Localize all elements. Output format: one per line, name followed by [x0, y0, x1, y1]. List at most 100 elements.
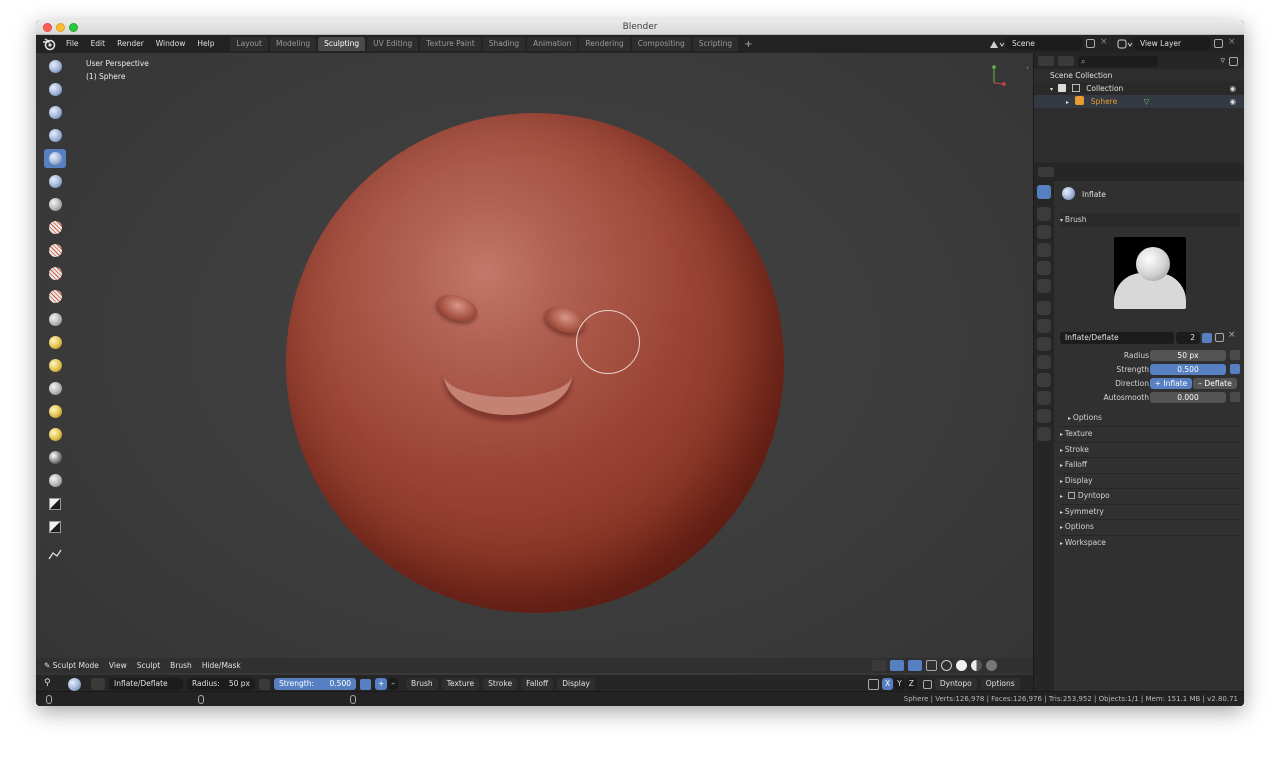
brush-options-subpanel[interactable]: ▸ Options — [1068, 411, 1244, 425]
outliner-scene-collection[interactable]: Scene Collection — [1034, 69, 1244, 82]
view-layer-selector[interactable]: View Layer — [1134, 37, 1210, 50]
outliner-sphere[interactable]: ▸ Sphere ▽ ◉ — [1034, 95, 1244, 108]
rotate-brush-tool[interactable] — [44, 425, 66, 444]
add-workspace-button[interactable]: + — [740, 39, 756, 50]
tab-sculpting[interactable]: Sculpting — [318, 37, 366, 51]
visibility-icon[interactable] — [872, 660, 886, 671]
tab-texture-paint[interactable]: Texture Paint — [420, 37, 481, 51]
modifier-properties-tab[interactable] — [1037, 319, 1051, 333]
direction-add-button[interactable]: + — [375, 678, 388, 690]
symmetry-z-button[interactable]: Z — [905, 678, 917, 690]
stroke-panel-header[interactable]: ▸ Stroke — [1060, 442, 1240, 456]
dyntopo-checkbox[interactable] — [922, 679, 932, 689]
collection-expand-icon[interactable]: ▾ — [1050, 86, 1053, 93]
rendered-shading-icon[interactable] — [986, 660, 997, 671]
maximize-window-button[interactable] — [69, 23, 78, 32]
dyntopo-panel-header[interactable]: ▸ Dyntopo — [1060, 488, 1240, 502]
strength-pressure-icon[interactable] — [360, 678, 371, 690]
tab-uv-editing[interactable]: UV Editing — [367, 37, 419, 51]
layer-brush-tool[interactable] — [44, 126, 66, 145]
strength-prop-pressure-icon[interactable] — [1230, 364, 1240, 374]
menu-brush[interactable]: Brush — [165, 661, 197, 670]
output-properties-tab[interactable] — [1037, 225, 1051, 239]
grab-brush-tool[interactable] — [44, 333, 66, 352]
tab-animation[interactable]: Animation — [527, 37, 578, 51]
radius-field[interactable]: Radius: 50 px — [187, 678, 255, 690]
sculpt-mode-selector[interactable]: ✎ Sculpt Mode — [36, 661, 104, 670]
menu-render[interactable]: Render — [111, 35, 150, 53]
brush-preview-icon[interactable] — [68, 677, 81, 691]
menu-file[interactable]: File — [60, 35, 85, 53]
brush-panel-header[interactable]: ▾ Brush — [1060, 213, 1240, 227]
options-panel-header[interactable]: ▸ Options — [1060, 519, 1240, 533]
display-panel-header[interactable]: ▸ Display — [1060, 473, 1240, 487]
menu-window[interactable]: Window — [150, 35, 192, 53]
radius-prop-field[interactable]: 50 px — [1150, 350, 1226, 361]
stroke-dropdown[interactable]: Stroke — [483, 678, 518, 690]
scene-properties-tab[interactable] — [1037, 261, 1051, 275]
snake-hook-brush-tool[interactable] — [44, 356, 66, 375]
properties-editor-type-icon[interactable] — [1038, 167, 1054, 177]
tab-compositing[interactable]: Compositing — [631, 37, 691, 51]
tool-properties-tab[interactable] — [1037, 185, 1051, 199]
object-properties-tab[interactable] — [1037, 301, 1051, 315]
sphere-expand-icon[interactable]: ▸ — [1066, 99, 1069, 106]
copy-view-layer-icon[interactable] — [1214, 39, 1223, 48]
simplify-brush-tool[interactable] — [44, 448, 66, 467]
xray-toggle-icon[interactable] — [926, 660, 937, 671]
3d-viewport[interactable]: User Perspective (1) Sphere ‹ ✎ Sculpt M… — [36, 53, 1033, 691]
tab-rendering[interactable]: Rendering — [579, 37, 630, 51]
tab-shading[interactable]: Shading — [482, 37, 526, 51]
tab-layout[interactable]: Layout — [230, 37, 268, 51]
view-layer-icon[interactable] — [1116, 38, 1134, 50]
flatten-brush-tool[interactable] — [44, 241, 66, 260]
symmetry-x-button[interactable]: X — [882, 678, 894, 690]
radius-pressure-icon[interactable] — [259, 678, 270, 690]
direction-subtract-button[interactable]: – — [388, 678, 399, 690]
menu-hide-mask[interactable]: Hide/Mask — [197, 661, 246, 670]
display-mode-icon[interactable] — [1058, 56, 1074, 66]
brush-name-field[interactable]: Inflate/Deflate — [109, 678, 183, 690]
world-properties-tab[interactable] — [1037, 279, 1051, 293]
texture-properties-tab[interactable] — [1037, 427, 1051, 441]
wireframe-shading-icon[interactable] — [941, 660, 952, 671]
brush-users-count[interactable]: 2 — [1176, 332, 1200, 344]
close-view-layer-icon[interactable]: × — [1228, 37, 1236, 47]
texture-dropdown[interactable]: Texture — [441, 678, 480, 690]
draw-brush-tool[interactable] — [44, 57, 66, 76]
sculpted-sphere[interactable] — [286, 113, 784, 613]
new-collection-icon[interactable] — [1229, 56, 1238, 66]
brush-dropdown[interactable]: Brush — [406, 678, 438, 690]
symmetry-y-button[interactable]: Y — [894, 678, 905, 690]
minimize-window-button[interactable] — [56, 23, 65, 32]
inflate-brush-tool[interactable] — [44, 149, 66, 168]
display-dropdown[interactable]: Display — [557, 678, 595, 690]
brush-preview[interactable] — [1114, 237, 1186, 309]
nudge-brush-tool[interactable] — [44, 402, 66, 421]
tab-modeling[interactable]: Modeling — [269, 37, 317, 51]
copy-scene-icon[interactable] — [1086, 39, 1095, 48]
menu-help[interactable]: Help — [191, 35, 220, 53]
scene-icon[interactable] — [988, 38, 1006, 50]
falloff-dropdown[interactable]: Falloff — [521, 678, 554, 690]
strength-prop-field[interactable]: 0.500 — [1150, 364, 1226, 375]
overlay-toggle-icon[interactable] — [908, 660, 922, 671]
unlink-brush-icon[interactable]: × — [1228, 330, 1236, 340]
blender-logo-icon[interactable] — [42, 37, 56, 51]
particles-properties-tab[interactable] — [1037, 337, 1051, 351]
scene-selector[interactable]: Scene — [1006, 37, 1082, 50]
collection-checkbox[interactable] — [1058, 84, 1067, 92]
filter-icon[interactable]: ▿ — [1220, 56, 1225, 66]
render-properties-tab[interactable] — [1037, 207, 1051, 221]
falloff-panel-header[interactable]: ▸ Falloff — [1060, 457, 1240, 471]
duplicate-brush-icon[interactable] — [1215, 333, 1224, 342]
dyntopo-panel-checkbox[interactable] — [1067, 492, 1075, 499]
dyntopo-dropdown[interactable]: Dyntopo — [934, 678, 977, 690]
fake-user-icon[interactable] — [1202, 333, 1212, 343]
navigation-gizmo-icon[interactable] — [988, 63, 1014, 89]
strength-field[interactable]: Strength: 0.500 — [274, 678, 356, 690]
outliner-editor-type-icon[interactable] — [1038, 56, 1054, 66]
autosmooth-prop-field[interactable]: 0.000 — [1150, 392, 1226, 403]
menu-sculpt[interactable]: Sculpt — [132, 661, 165, 670]
blob-brush-tool[interactable] — [44, 172, 66, 191]
